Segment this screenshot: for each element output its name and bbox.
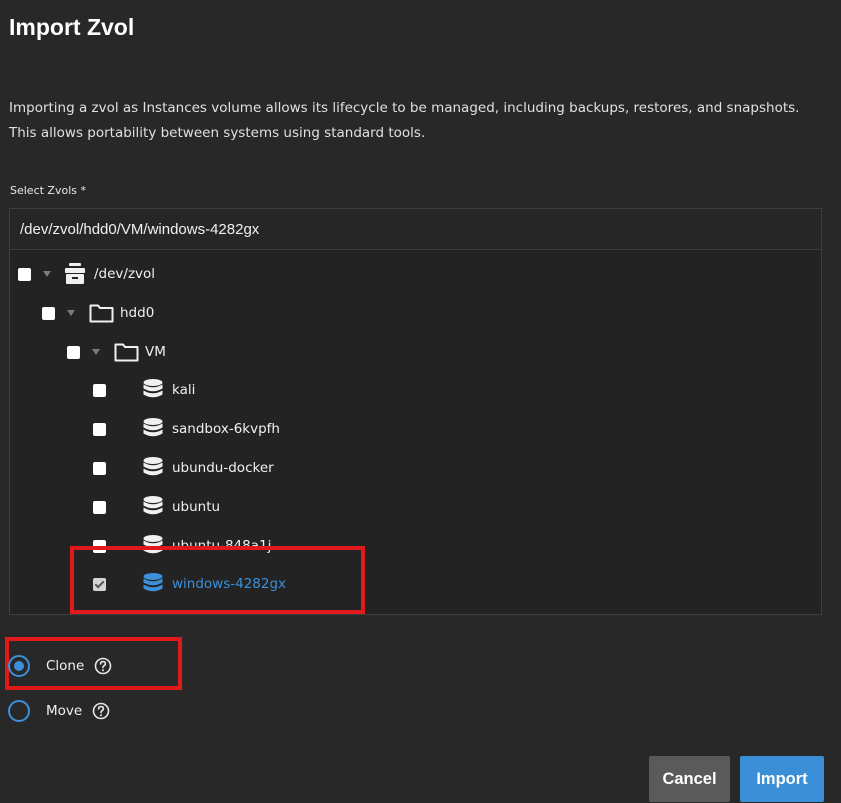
tree-node-label: /dev/zvol xyxy=(94,266,156,282)
tree-node-hdd0[interactable]: hdd0 xyxy=(42,301,154,325)
checkbox-root[interactable] xyxy=(18,267,31,281)
tree-node-label: sandbox-6kvpfh xyxy=(172,421,280,437)
tree-node-label: ubuntu-848a1j xyxy=(172,538,272,554)
tree-node-label: ubundu-docker xyxy=(172,460,274,476)
dialog-description: Importing a zvol as Instances volume all… xyxy=(9,96,829,146)
tree-node-label: ubuntu xyxy=(172,499,221,515)
checkbox-windows[interactable] xyxy=(93,577,106,591)
tree-node-label: hdd0 xyxy=(120,305,155,321)
database-icon xyxy=(143,573,163,595)
help-icon[interactable] xyxy=(92,702,110,720)
tree-node-label: VM xyxy=(145,344,166,360)
tree-node-label: kali xyxy=(172,382,196,398)
database-icon xyxy=(143,418,163,440)
folder-icon xyxy=(114,342,139,362)
radio-clone[interactable]: Clone xyxy=(8,653,112,679)
tree-node-ubuntu[interactable]: ubuntu xyxy=(93,495,220,519)
cancel-button[interactable]: Cancel xyxy=(649,756,730,802)
tree-node-vm[interactable]: VM xyxy=(67,340,166,364)
radio-button-clone[interactable] xyxy=(8,655,30,677)
dialog-title: Import Zvol xyxy=(9,14,135,40)
checkbox-ubuntu[interactable] xyxy=(93,500,106,514)
database-stack-icon xyxy=(65,263,85,285)
zvol-path-input[interactable] xyxy=(10,209,821,250)
radio-label-move: Move xyxy=(46,703,83,719)
zvol-explorer: /dev/zvol hdd0 VM xyxy=(9,208,822,615)
tree-node-label: windows-4282gx xyxy=(172,576,287,592)
tree-node-sandbox[interactable]: sandbox-6kvpfh xyxy=(93,417,280,441)
caret-down-icon[interactable] xyxy=(43,271,51,277)
radio-label-clone: Clone xyxy=(46,658,85,674)
tree-node-kali[interactable]: kali xyxy=(93,378,195,402)
checkbox-vm[interactable] xyxy=(67,345,80,359)
checkbox-hdd0[interactable] xyxy=(42,306,55,320)
zvol-tree: /dev/zvol hdd0 VM kali sandbox-6kvpfh ub… xyxy=(10,250,821,615)
import-button[interactable]: Import xyxy=(740,756,824,802)
caret-down-icon[interactable] xyxy=(92,349,100,355)
help-icon[interactable] xyxy=(94,657,112,675)
tree-node-windows[interactable]: windows-4282gx xyxy=(93,572,286,596)
description-line-2: This allows portability between systems … xyxy=(9,125,426,141)
folder-icon xyxy=(89,303,114,323)
select-zvols-label: Select Zvols * xyxy=(10,184,86,197)
tree-node-ubuntu-848a1j[interactable]: ubuntu-848a1j xyxy=(93,534,271,558)
tree-node-ubundu-docker[interactable]: ubundu-docker xyxy=(93,456,274,480)
checkbox-kali[interactable] xyxy=(93,383,106,397)
description-line-1: Importing a zvol as Instances volume all… xyxy=(9,100,800,116)
tree-node-root[interactable]: /dev/zvol xyxy=(18,262,155,286)
checkbox-ubundu-docker[interactable] xyxy=(93,461,106,475)
database-icon xyxy=(143,379,163,401)
database-icon xyxy=(143,457,163,479)
database-icon xyxy=(143,496,163,518)
caret-down-icon[interactable] xyxy=(67,310,75,316)
checkbox-sandbox[interactable] xyxy=(93,422,106,436)
radio-button-move[interactable] xyxy=(8,700,30,722)
radio-move[interactable]: Move xyxy=(8,698,110,724)
database-icon xyxy=(143,535,163,557)
checkbox-ubuntu-848a1j[interactable] xyxy=(93,539,106,553)
